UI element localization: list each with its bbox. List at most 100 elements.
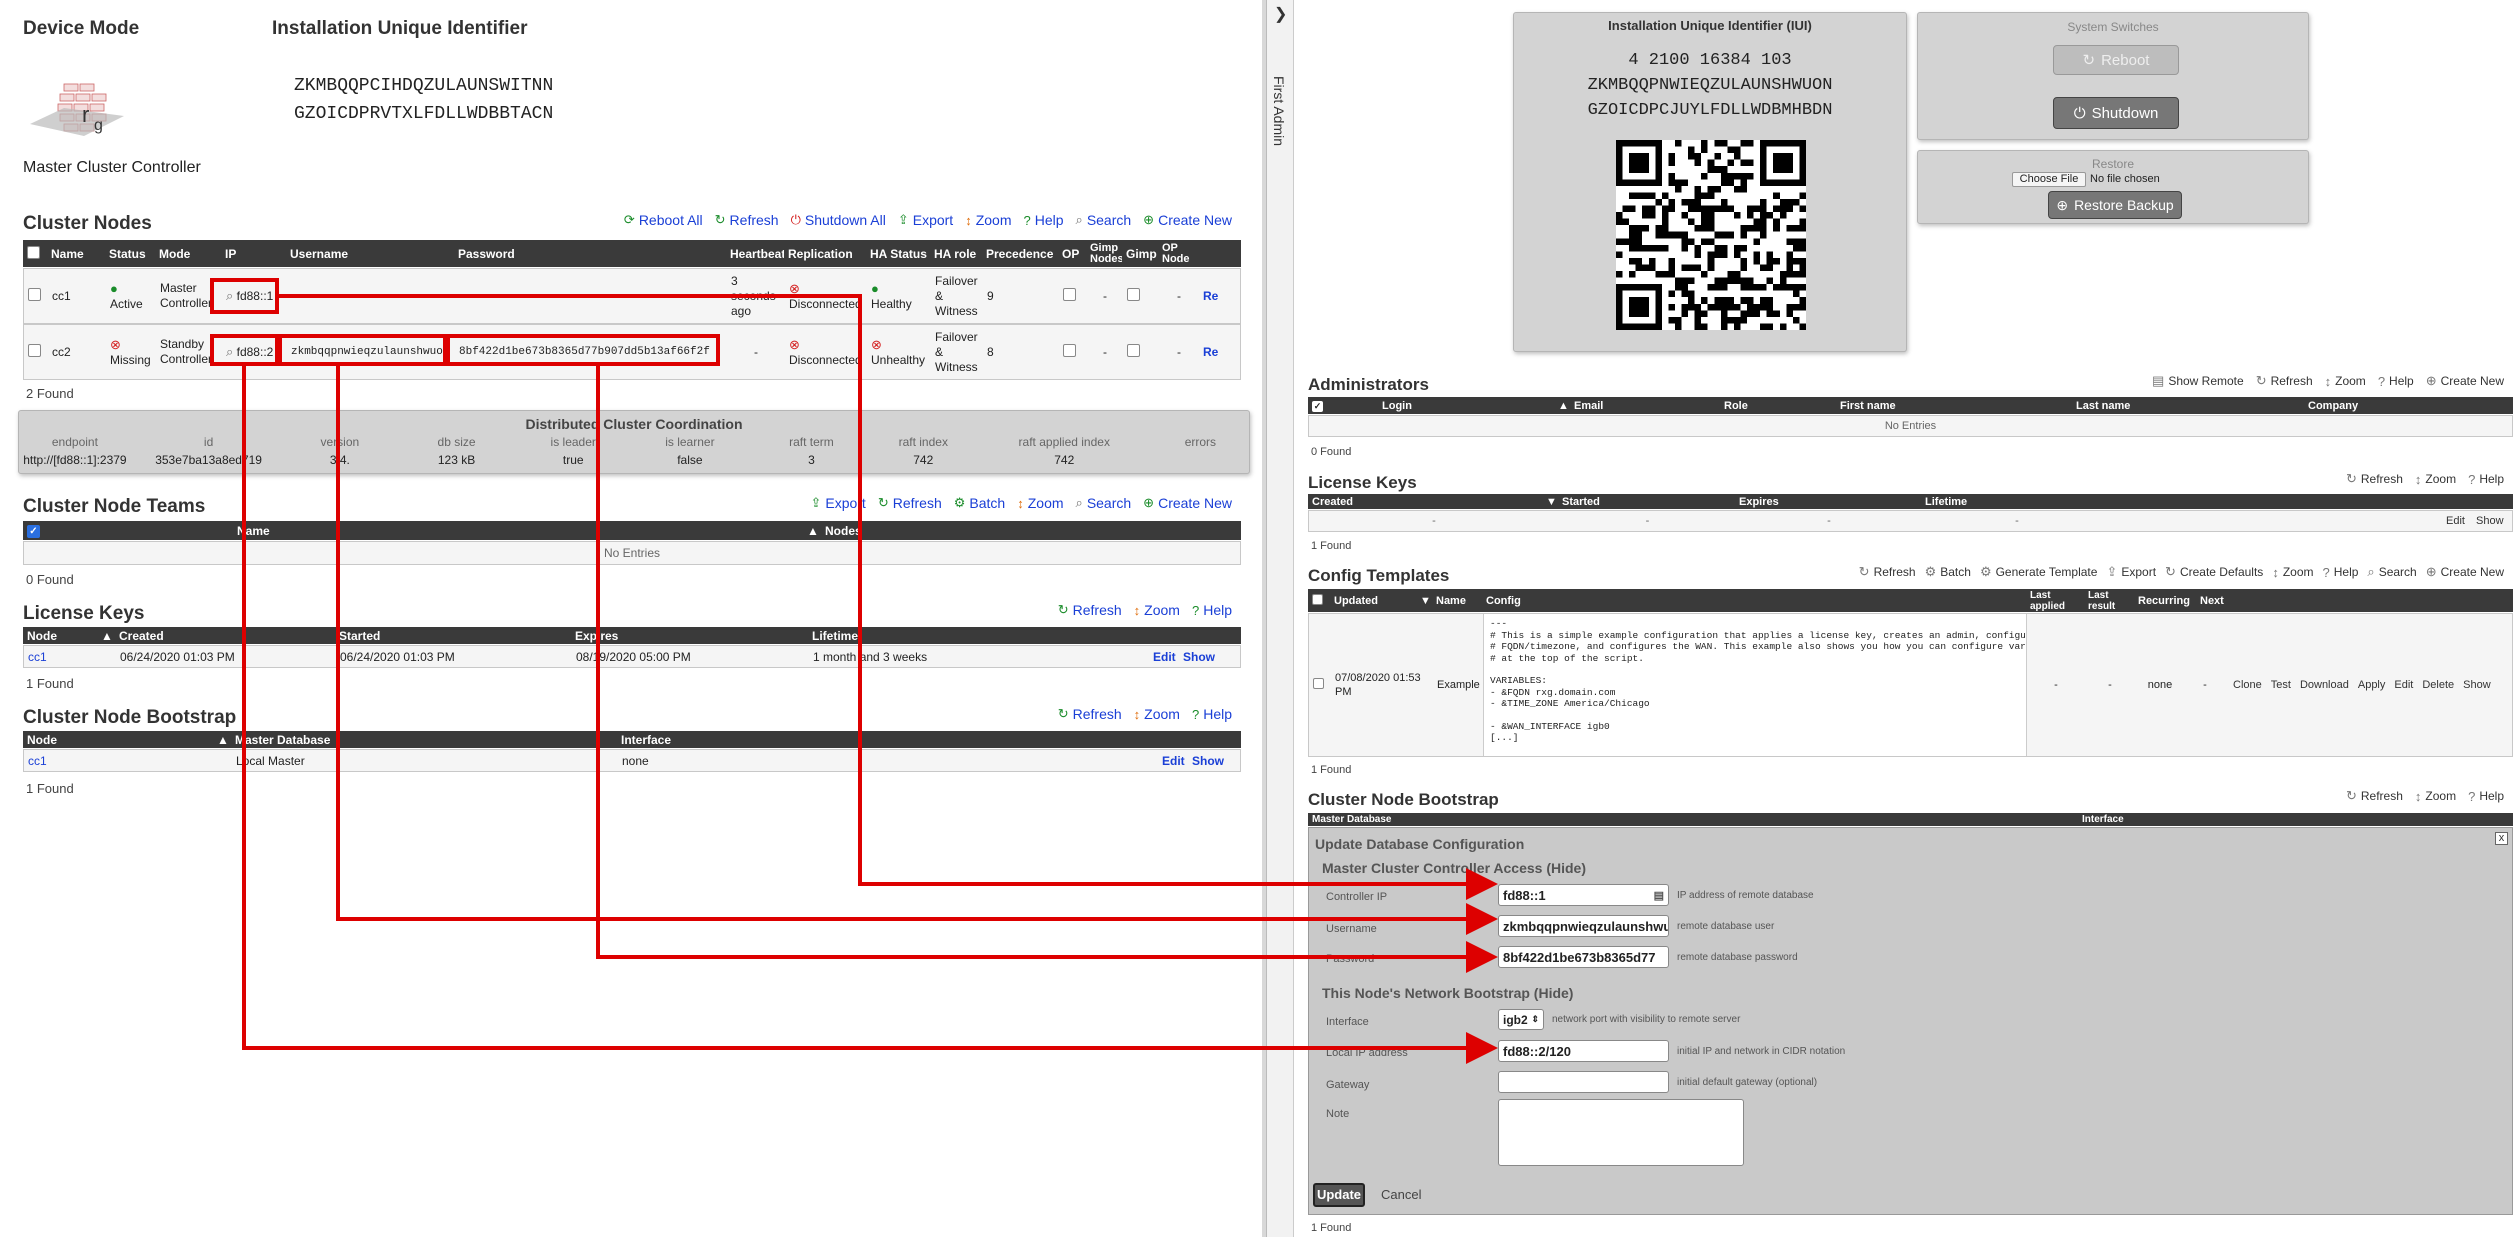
batch-button[interactable]: ⚙ Batch [1925, 564, 1971, 580]
license-node-link[interactable]: cc1 [24, 650, 116, 664]
col-started[interactable]: Started [335, 629, 571, 643]
create-defaults-button[interactable]: ↻ Create Defaults [2165, 564, 2263, 580]
node-name[interactable]: cc1 [48, 289, 106, 303]
clone-link[interactable]: Clone [2233, 679, 2262, 691]
reboot-all-button[interactable]: ⟳ Reboot All [624, 212, 703, 228]
col-precedence[interactable]: Precedence [982, 247, 1058, 261]
help-button[interactable]: ? Help [2468, 471, 2504, 487]
col-ha-status[interactable]: HA Status [866, 247, 930, 261]
edit-link[interactable]: Edit [2442, 515, 2472, 527]
password-input[interactable]: 8bf422d1be673b8365d77 [1498, 946, 1669, 968]
gimp-checkbox[interactable] [1127, 344, 1140, 357]
refresh-button[interactable]: ↻ Refresh [878, 495, 942, 511]
create-new-button[interactable]: ⊕ Create New [1143, 495, 1232, 511]
col-gimp[interactable]: Gimp [1122, 247, 1158, 261]
col-node[interactable]: Node [23, 629, 97, 643]
refresh-button[interactable]: ↻ Refresh [2346, 471, 2403, 487]
show-remote-button[interactable]: ▤ Show Remote [2152, 373, 2244, 389]
test-link[interactable]: Test [2271, 679, 2291, 691]
refresh-button[interactable]: ↻ Refresh [1058, 602, 1122, 618]
help-button[interactable]: ? Help [1192, 602, 1232, 618]
zoom-button[interactable]: ↕ Zoom [2415, 788, 2456, 804]
help-button[interactable]: ? Help [1024, 212, 1064, 228]
col-node[interactable]: Node [23, 733, 213, 747]
zoom-button[interactable]: ↕ Zoom [1134, 706, 1180, 722]
col-replication[interactable]: Replication [784, 247, 866, 261]
edit-link[interactable]: Edit [1158, 754, 1188, 768]
apply-link[interactable]: Apply [2358, 679, 2386, 691]
select-all-checkbox[interactable] [27, 245, 40, 259]
col-lifetime[interactable]: Lifetime [808, 629, 862, 643]
col-status[interactable]: Status [105, 247, 155, 261]
create-new-button[interactable]: ⊕ Create New [1143, 212, 1232, 228]
show-link[interactable]: Show [2472, 515, 2508, 527]
note-textarea[interactable] [1498, 1099, 1744, 1166]
col-email[interactable]: Email [1570, 400, 1720, 412]
network-section-title[interactable]: This Node's Network Bootstrap (Hide) [1322, 985, 1573, 1001]
col-name[interactable]: Name [47, 247, 105, 261]
search-button[interactable]: ⌕ Search [1076, 212, 1132, 228]
col-ha-role[interactable]: HA role [930, 247, 982, 261]
row-checkbox[interactable] [28, 288, 41, 301]
col-op-node[interactable]: OP Node [1158, 243, 1198, 265]
edit-link[interactable]: Edit [1149, 650, 1179, 664]
reboot-button[interactable]: ↻ Reboot [2053, 45, 2179, 75]
refresh-button[interactable]: ↻ Refresh [1058, 706, 1122, 722]
col-company[interactable]: Company [2304, 400, 2362, 412]
choose-file-button[interactable]: Choose File [2012, 172, 2086, 187]
refresh-button[interactable]: ↻ Refresh [1859, 564, 1916, 580]
col-username[interactable]: Username [286, 247, 454, 261]
refresh-button[interactable]: ↻ Refresh [2346, 788, 2403, 804]
local-ip-input[interactable]: fd88::2/120 [1498, 1040, 1669, 1062]
search-button[interactable]: ⌕ Search [1076, 495, 1132, 511]
interface-select[interactable]: igb2 ⇕ [1498, 1009, 1544, 1030]
sort-asc-icon[interactable]: ▲ [97, 629, 115, 643]
cancel-button[interactable]: Cancel [1381, 1187, 1421, 1202]
select-all-checkbox[interactable]: ✓ [27, 525, 40, 538]
sort-asc-icon[interactable]: ▲ [213, 733, 231, 747]
gateway-input[interactable] [1498, 1071, 1669, 1093]
create-new-button[interactable]: ⊕ Create New [2426, 373, 2504, 389]
help-button[interactable]: ? Help [2323, 564, 2359, 580]
col-name[interactable]: Name [233, 524, 803, 538]
show-link[interactable]: Show [2463, 679, 2491, 691]
col-started[interactable]: Started [1558, 496, 1735, 508]
create-new-button[interactable]: ⊕ Create New [2426, 564, 2504, 580]
col-login[interactable]: Login [1378, 400, 1554, 412]
op-checkbox[interactable] [1063, 344, 1076, 357]
col-interface[interactable]: Interface [617, 733, 675, 747]
export-button[interactable]: ⇪ Export [2106, 564, 2156, 580]
col-ip[interactable]: IP [221, 247, 286, 261]
col-last-name[interactable]: Last name [2072, 400, 2304, 412]
show-link[interactable]: Show [1188, 754, 1228, 768]
controller-ip-input[interactable]: fd88::1 ▤ [1498, 884, 1669, 906]
export-button[interactable]: ⇪ Export [810, 495, 865, 511]
col-expires[interactable]: Expires [571, 629, 808, 643]
reboot-link[interactable]: Rebo [1199, 345, 1219, 359]
col-nodes[interactable]: Nodes [821, 524, 866, 538]
shutdown-all-button[interactable]: ⏻ Shutdown All [791, 212, 886, 228]
col-name[interactable]: Name [1432, 595, 1482, 607]
sort-asc-icon[interactable]: ▲ [1554, 400, 1570, 412]
bootstrap-node-link[interactable]: cc1 [24, 754, 232, 768]
access-section-title[interactable]: Master Cluster Controller Access (Hide) [1322, 860, 1586, 876]
col-last-applied[interactable]: Last applied [2026, 590, 2084, 612]
col-heartbeat[interactable]: Heartbeat [726, 247, 784, 261]
username-input[interactable]: zkmbqqpnwieqzulaunshwu [1498, 915, 1669, 937]
refresh-button[interactable]: ↻ Refresh [715, 212, 779, 228]
select-all-checkbox[interactable]: ✓ [1312, 400, 1323, 412]
node-name[interactable]: cc2 [48, 345, 106, 359]
delete-link[interactable]: Delete [2422, 679, 2454, 691]
col-updated[interactable]: Updated [1330, 595, 1416, 607]
select-all-checkbox[interactable] [1312, 593, 1323, 605]
row-checkbox[interactable] [28, 344, 41, 357]
col-created[interactable]: Created [1308, 496, 1542, 508]
zoom-button[interactable]: ↕ Zoom [965, 212, 1011, 228]
col-master-database[interactable]: Master Database [231, 733, 617, 747]
gimp-checkbox[interactable] [1127, 288, 1140, 301]
col-password[interactable]: Password [454, 247, 726, 261]
col-role[interactable]: Role [1720, 400, 1836, 412]
col-recurring[interactable]: Recurring [2134, 595, 2196, 607]
zoom-button[interactable]: ↕ Zoom [2325, 373, 2366, 389]
zoom-button[interactable]: ↕ Zoom [2415, 471, 2456, 487]
